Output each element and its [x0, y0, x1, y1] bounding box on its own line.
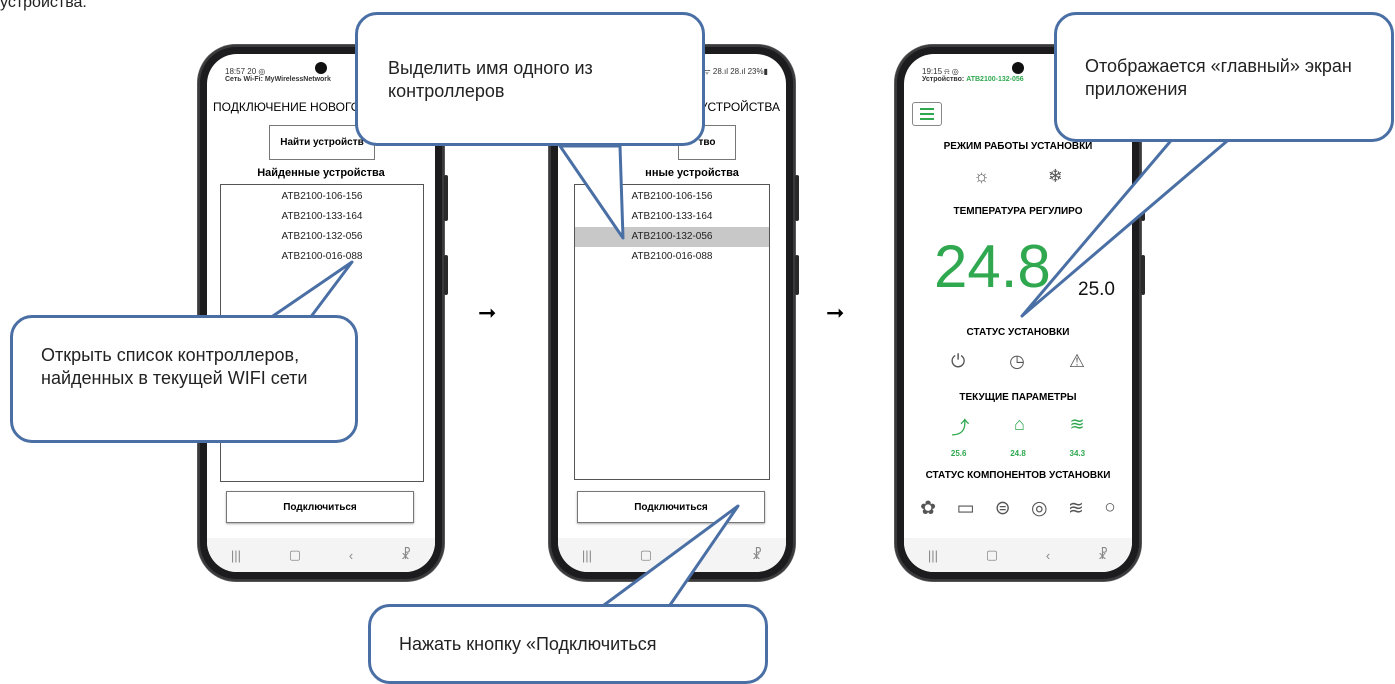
tail-main: [1020, 128, 1242, 318]
callout-press-connect: Нажать кнопку «Подключиться: [368, 604, 768, 684]
tail-open: [268, 260, 354, 320]
callout-select-name: Выделить имя одного из контроллеров: [355, 12, 705, 146]
tail-select: [558, 144, 625, 240]
tail-connect: [598, 504, 740, 610]
callout-main-screen: Отображается «главный» экран приложения: [1054, 12, 1394, 142]
callout-open-list: Открыть список контроллеров, найденных в…: [10, 315, 358, 443]
